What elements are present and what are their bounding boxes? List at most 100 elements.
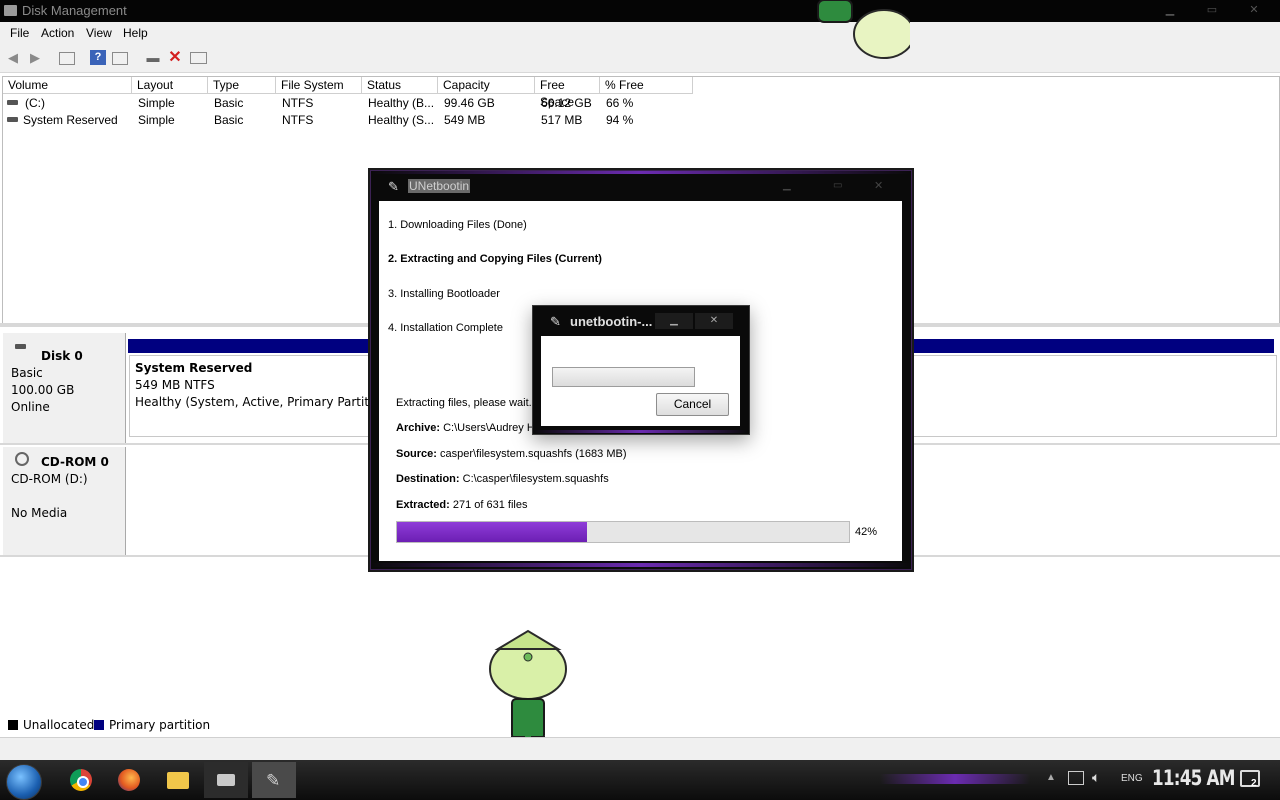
destination-value: C:\casper\filesystem.squashfs [462, 473, 609, 485]
menu-file[interactable]: File [10, 26, 29, 40]
unetbootin-titlebar: ✎ UNetbootin ▁ ▭ ✕ [371, 171, 911, 201]
legend-primary-swatch [94, 720, 104, 730]
maximize-button[interactable]: ▭ [833, 180, 842, 191]
disk-name: Disk 0 [41, 349, 83, 363]
drive-icon [7, 117, 18, 122]
window-title: Disk Management [22, 3, 127, 18]
cell-capacity: 99.46 GB [444, 96, 495, 110]
folder-icon[interactable] [156, 762, 200, 798]
menu-action[interactable]: Action [41, 26, 74, 40]
disk-size: 100.00 GB [11, 383, 75, 397]
cdrom-name: CD-ROM 0 [41, 455, 109, 469]
firefox-icon[interactable] [108, 762, 152, 798]
dialog-title: unetbootin-... [570, 314, 653, 329]
disk-state: Online [11, 400, 50, 414]
language-indicator[interactable]: ENG [1121, 773, 1143, 784]
partition-size: 549 MB NTFS [135, 378, 215, 392]
delete-icon[interactable]: ✕ [167, 50, 183, 66]
status-bar [0, 737, 1280, 760]
start-orb-icon[interactable] [6, 764, 42, 800]
network-icon[interactable] [1068, 771, 1084, 785]
show-hide-console-tree-icon[interactable] [59, 52, 75, 65]
character-decoration-image [817, 0, 910, 59]
disk-management-icon[interactable] [204, 762, 248, 798]
cancel-button[interactable]: Cancel [656, 393, 729, 416]
volume-icon[interactable]: 🔈︎ [1092, 769, 1100, 786]
archive-value: C:\Users\Audrey H [443, 422, 535, 434]
col-percent-free[interactable]: % Free [600, 77, 693, 94]
forward-icon[interactable]: ▶ [27, 50, 43, 65]
cell-percent-free: 66 % [606, 96, 634, 110]
rescan-icon[interactable] [190, 52, 207, 64]
disk-icon [15, 344, 26, 349]
unetbootin-icon[interactable]: ✎ [252, 762, 296, 798]
cell-file-system: NTFS [282, 113, 314, 127]
busy-progress-bar [552, 367, 695, 387]
col-type[interactable]: Type [208, 77, 276, 94]
cell-layout: Simple [138, 113, 175, 127]
step-4: 4. Installation Complete [388, 322, 503, 334]
status-text: Extracting files, please wait... [396, 397, 538, 409]
cell-type: Basic [214, 113, 244, 127]
unetbootin-icon: ✎ [550, 314, 561, 329]
cdrom-drive: CD-ROM (D:) [11, 472, 88, 486]
col-capacity[interactable]: Capacity [438, 77, 535, 94]
show-hidden-icons-icon[interactable]: ▲ [1046, 772, 1056, 783]
col-status[interactable]: Status [362, 77, 438, 94]
unetbootin-icon: ✎ [388, 179, 399, 194]
connect-icon[interactable]: ▬ [145, 50, 161, 65]
close-button[interactable]: ✕ [1234, 2, 1274, 18]
unetbootin-progress-dialog: ✎ unetbootin-... ▁ ✕ Cancel [532, 305, 750, 435]
taskbar: ✎ ▲ 🔈︎ ENG 11:45 AM 2 [0, 760, 1280, 800]
back-icon[interactable]: ◀ [5, 50, 21, 65]
minimize-button[interactable]: ▁ [1150, 2, 1190, 18]
cell-file-system: NTFS [282, 96, 314, 110]
archive-label: Archive: [396, 422, 441, 434]
action-center-icon[interactable] [1240, 770, 1260, 787]
col-free-space[interactable]: Free Space [535, 77, 600, 109]
cdrom-0-label[interactable]: CD-ROM 0 CD-ROM (D:) No Media [3, 447, 126, 555]
cell-layout: Simple [138, 96, 175, 110]
cell-free-space: 66.12 GB [541, 96, 592, 110]
cdrom-icon [15, 452, 29, 466]
dialog-body: Cancel [541, 336, 740, 426]
step-1: 1. Downloading Files (Done) [388, 219, 527, 231]
menu-view[interactable]: View [86, 26, 112, 40]
notification-count: 2 [1251, 778, 1257, 789]
cell-volume: System Reserved [23, 113, 118, 127]
col-layout[interactable]: Layout [132, 77, 208, 94]
progress-bar [396, 521, 850, 543]
destination-label: Destination: [396, 473, 460, 485]
unetbootin-title: UNetbootin [408, 179, 471, 193]
cell-free-space: 517 MB [541, 113, 583, 127]
close-button[interactable]: ✕ [874, 179, 883, 192]
progress-percent: 42% [855, 526, 878, 538]
col-volume[interactable]: Volume [3, 77, 132, 94]
progress-fill [397, 522, 587, 542]
taskbar-accent [880, 774, 1030, 784]
close-button[interactable]: ✕ [695, 313, 733, 329]
source-value: casper\filesystem.squashfs (1683 MB) [440, 448, 627, 460]
accent-glow [371, 563, 911, 567]
clock[interactable]: 11:45 AM [1152, 766, 1235, 790]
minimize-button[interactable]: ▁ [783, 180, 791, 191]
minimize-button[interactable]: ▁ [655, 313, 693, 329]
legend-primary-label: Primary partition [109, 718, 211, 732]
partition-name: System Reserved [135, 361, 253, 375]
menu-help[interactable]: Help [123, 26, 148, 40]
step-3: 3. Installing Bootloader [388, 288, 500, 300]
disk-0-label[interactable]: Disk 0 Basic 100.00 GB Online [3, 333, 126, 443]
help-icon[interactable]: ? [90, 50, 106, 65]
col-file-system[interactable]: File System [276, 77, 362, 94]
cell-status: Healthy (S... [368, 113, 435, 127]
properties-icon[interactable] [112, 52, 128, 65]
cell-volume: (C:) [25, 96, 45, 110]
chrome-icon[interactable] [60, 762, 104, 798]
accent-glow [533, 430, 749, 433]
disk-type: Basic [11, 366, 43, 380]
cell-status: Healthy (B... [368, 96, 435, 110]
drive-icon [7, 100, 18, 105]
partition-status: Healthy (System, Active, Primary Partiti… [135, 395, 388, 409]
toolbar: ◀ ▶ ? ▬ ✕ [0, 44, 1280, 73]
maximize-button[interactable]: ▭ [1192, 2, 1232, 18]
